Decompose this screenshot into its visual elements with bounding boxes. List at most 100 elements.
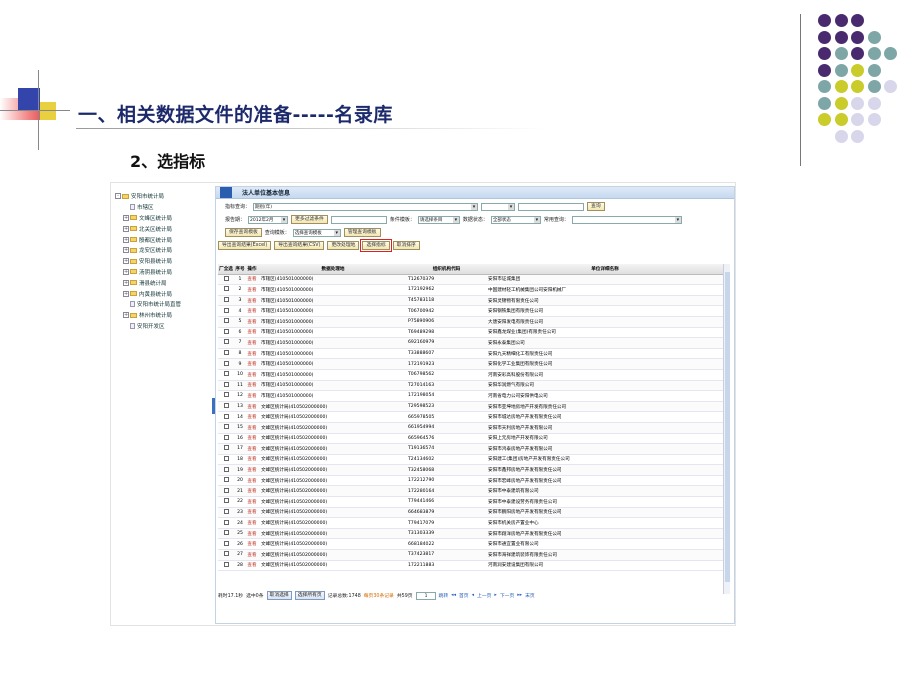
- row-checkbox[interactable]: [223, 508, 229, 514]
- view-link[interactable]: 查看: [246, 425, 258, 431]
- tree-node[interactable]: + 林州市统计局: [111, 310, 211, 321]
- row-checkbox[interactable]: [223, 498, 229, 504]
- view-link[interactable]: 查看: [246, 446, 258, 452]
- expander-icon[interactable]: +: [123, 279, 129, 286]
- expander-icon[interactable]: +: [123, 312, 129, 319]
- expander-icon[interactable]: +: [123, 247, 129, 254]
- cancel-sort-button[interactable]: 取消排序: [392, 241, 420, 250]
- row-checkbox[interactable]: [223, 286, 229, 292]
- more-filters-button[interactable]: 更多过滤条件: [291, 215, 328, 224]
- table-row[interactable]: 25 查看 文峰区统计局(410502000000) T31303339 安阳市翔洋房地…: [218, 528, 730, 540]
- view-link[interactable]: 查看: [246, 520, 258, 526]
- table-row[interactable]: 5 查看 市辖区(410501000000) P75890906 大唐安阳发电有限责任公…: [218, 316, 730, 328]
- view-link[interactable]: 查看: [246, 435, 258, 441]
- export-csv-button[interactable]: 导出查询结果(CSV): [274, 241, 325, 250]
- prev-page-link[interactable]: 上一页: [477, 592, 491, 599]
- select-all-pages-button[interactable]: 选择所有页: [294, 591, 325, 600]
- row-checkbox[interactable]: [223, 424, 229, 430]
- condition-template-select[interactable]: 请选择条目: [417, 215, 460, 224]
- view-link[interactable]: 查看: [246, 361, 258, 367]
- table-row[interactable]: 11 查看 市辖区(410501000000) T27014163 安阳华润燃气有限公司: [218, 380, 730, 392]
- table-row[interactable]: 10 查看 市辖区(410501000000) T06798562 河南安彩高科股份有限…: [218, 370, 730, 381]
- row-checkbox[interactable]: [223, 413, 229, 419]
- table-scrollbar[interactable]: [723, 264, 730, 594]
- table-row[interactable]: 9 查看 市辖区(410501000000) 172191923 安阳化学工业集团有限责…: [218, 359, 730, 370]
- expander-icon[interactable]: +: [123, 236, 129, 243]
- row-checkbox[interactable]: [223, 328, 229, 334]
- expander-icon[interactable]: +: [123, 268, 129, 275]
- view-link[interactable]: 查看: [246, 351, 258, 357]
- view-link[interactable]: 查看: [246, 509, 258, 515]
- view-link[interactable]: 查看: [246, 308, 258, 314]
- view-link[interactable]: 查看: [246, 393, 258, 399]
- manage-template-button[interactable]: 管理查询模板: [343, 228, 381, 237]
- view-link[interactable]: 查看: [246, 404, 258, 410]
- scrollbar-thumb[interactable]: [725, 272, 730, 582]
- tree-node[interactable]: + 安阳县统计局: [111, 256, 211, 267]
- table-row[interactable]: 1 查看 市辖区(410501000000) T12670379 安阳市证城集团: [218, 274, 730, 286]
- view-link[interactable]: 查看: [246, 319, 258, 325]
- expander-icon[interactable]: +: [123, 225, 129, 232]
- table-row[interactable]: 19 查看 文峰区统计局(410502000000) T32458068 安阳市鑫邦房地…: [218, 465, 730, 476]
- view-link[interactable]: 查看: [246, 478, 258, 484]
- table-row[interactable]: 15 查看 文峰区统计局(410502000000) 661954994 安阳市天利房地…: [218, 422, 730, 434]
- table-row[interactable]: 12 查看 市辖区(410501000000) 172198054 河南省电力公司安阳供…: [218, 391, 730, 402]
- row-checkbox[interactable]: [223, 360, 229, 366]
- view-link[interactable]: 查看: [246, 298, 258, 304]
- row-checkbox[interactable]: [223, 371, 229, 377]
- view-link[interactable]: 查看: [246, 552, 258, 558]
- row-checkbox[interactable]: [223, 392, 229, 398]
- row-checkbox[interactable]: [223, 275, 229, 281]
- row-checkbox[interactable]: [223, 297, 229, 303]
- table-row[interactable]: 7 查看 市辖区(410501000000) 692160979 安阳永泰集团公司: [218, 338, 730, 349]
- row-checkbox[interactable]: [223, 403, 229, 409]
- data-status-select[interactable]: 全部状态: [490, 215, 541, 224]
- operator-select[interactable]: [481, 202, 516, 211]
- first-page-icon[interactable]: ◂◂: [451, 593, 456, 598]
- view-link[interactable]: 查看: [246, 541, 258, 547]
- view-link[interactable]: 查看: [246, 414, 258, 420]
- row-checkbox[interactable]: [223, 519, 229, 525]
- view-link[interactable]: 查看: [246, 531, 258, 537]
- expander-icon[interactable]: -: [115, 193, 121, 200]
- prev-page-icon[interactable]: ◂: [472, 593, 474, 598]
- first-page-link[interactable]: 首页: [459, 592, 469, 599]
- table-row[interactable]: 2 查看 市辖区(410501000000) 172192962 中国建材轻工机械集团公…: [218, 285, 730, 296]
- table-row[interactable]: 6 查看 市辖区(410501000000) T69489298 安阳鑫龙煤业(集团)有…: [218, 328, 730, 339]
- view-link[interactable]: 查看: [246, 287, 258, 293]
- table-row[interactable]: 17 查看 文峰区统计局(410502000000) T19136574 安阳市鸿泰房地…: [218, 444, 730, 455]
- table-row[interactable]: 8 查看 市辖区(410501000000) T33888607 安阳九天精细化工有限责…: [218, 349, 730, 360]
- view-link[interactable]: 查看: [246, 467, 258, 473]
- tree-node[interactable]: + 汤阴县统计局: [111, 267, 211, 278]
- view-link[interactable]: 查看: [246, 499, 258, 505]
- row-checkbox[interactable]: [223, 455, 229, 461]
- filter-input[interactable]: [330, 215, 387, 224]
- table-row[interactable]: 28 查看 文峰区统计局(410502000000) 172211883 河南润安建设集…: [218, 561, 730, 572]
- row-checkbox[interactable]: [223, 445, 229, 451]
- tree-node[interactable]: + 北关区统计局: [111, 223, 211, 234]
- next-page-link[interactable]: 下一页: [500, 592, 514, 599]
- table-row[interactable]: 13 查看 文峰区统计局(410502000000) T29598523 安阳市亚坤地房…: [218, 401, 730, 413]
- view-link[interactable]: 查看: [246, 488, 258, 494]
- row-checkbox[interactable]: [223, 318, 229, 324]
- row-checkbox[interactable]: [223, 561, 229, 567]
- table-row[interactable]: 4 查看 市辖区(410501000000) T06700942 安阳钢铁集团有限责任公…: [218, 306, 730, 317]
- last-page-link[interactable]: 末页: [525, 592, 535, 599]
- row-checkbox[interactable]: [223, 350, 229, 356]
- view-link[interactable]: 查看: [246, 372, 258, 378]
- query-button[interactable]: 查询: [587, 202, 605, 211]
- page-number-input[interactable]: 1: [415, 591, 436, 600]
- row-checkbox[interactable]: [223, 540, 229, 546]
- tree-node[interactable]: - 安阳市统计局: [111, 191, 211, 202]
- row-checkbox[interactable]: [223, 307, 229, 313]
- export-excel-button[interactable]: 导出查询结果(Excel): [218, 241, 272, 250]
- view-link[interactable]: 查看: [246, 562, 258, 568]
- view-link[interactable]: 查看: [246, 276, 258, 282]
- tree-node[interactable]: + 殷都区统计局: [111, 234, 211, 245]
- view-link[interactable]: 查看: [246, 340, 258, 346]
- cancel-select-button[interactable]: 取消选择: [266, 591, 292, 600]
- expander-icon[interactable]: +: [123, 214, 129, 221]
- table-row[interactable]: 3 查看 市辖区(410501000000) T45783118 安阳灵锦物有限责任公司: [218, 295, 730, 307]
- row-checkbox[interactable]: [223, 466, 229, 472]
- table-row[interactable]: 24 查看 文峰区统计局(410502000000) T79417079 安阳市机关房产…: [218, 518, 730, 529]
